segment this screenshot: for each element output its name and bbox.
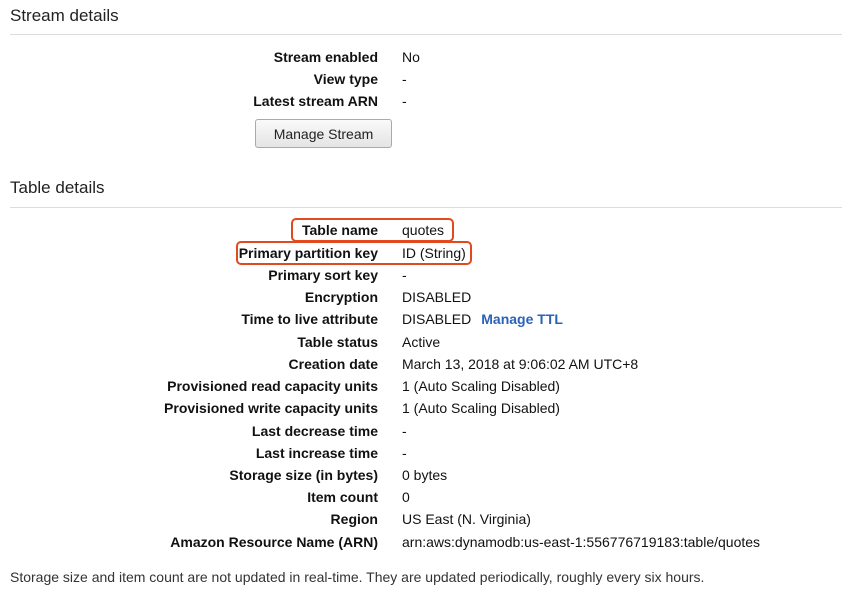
- creation-date-row: Creation date March 13, 2018 at 9:06:02 …: [0, 354, 842, 374]
- partition-key-row: Primary partition key ID (String): [0, 243, 842, 263]
- arn-row: Amazon Resource Name (ARN) arn:aws:dynam…: [0, 532, 842, 552]
- table-name-row: Table name quotes: [0, 220, 842, 240]
- write-capacity-row: Provisioned write capacity units 1 (Auto…: [0, 398, 842, 418]
- table-status-label: Table status: [297, 334, 378, 350]
- stream-details-title: Stream details: [10, 6, 119, 25]
- read-capacity-row: Provisioned read capacity units 1 (Auto …: [0, 376, 842, 396]
- last-decrease-label: Last decrease time: [251, 423, 378, 439]
- table-status-row: Table status Active: [0, 332, 842, 352]
- ttl-row: Time to live attribute DISABLED Manage TT…: [0, 309, 842, 329]
- last-increase-row: Last increase time -: [0, 443, 842, 463]
- sort-key-label: Primary sort key: [268, 267, 378, 283]
- ttl-value: DISABLED: [402, 311, 472, 327]
- encryption-label: Encryption: [304, 289, 378, 305]
- last-decrease-value: -: [402, 423, 407, 439]
- page: Stream details Stream enabled No View ty…: [0, 0, 842, 590]
- arn-value: arn:aws:dynamodb:us-east-1:556776719183:…: [402, 534, 761, 550]
- ttl-value-wrap: DISABLED Manage TTL: [402, 309, 563, 329]
- partition-key-label: Primary partition key: [238, 245, 378, 261]
- arn-label: Amazon Resource Name (ARN): [170, 534, 378, 550]
- update-footnote: Storage size and item count are not upda…: [10, 569, 705, 585]
- manage-stream-button[interactable]: Manage Stream: [255, 119, 392, 148]
- stream-enabled-row: Stream enabled No: [0, 47, 842, 67]
- table-status-value: Active: [402, 334, 441, 350]
- stream-enabled-value: No: [402, 49, 420, 65]
- storage-size-value: 0 bytes: [402, 467, 448, 483]
- table-name-value: quotes: [402, 222, 445, 238]
- region-row: Region US East (N. Virginia): [0, 509, 842, 529]
- read-capacity-label: Provisioned read capacity units: [167, 378, 378, 394]
- table-name-label: Table name: [302, 222, 378, 238]
- view-type-label: View type: [313, 71, 378, 87]
- last-decrease-row: Last decrease time -: [0, 421, 842, 441]
- partition-key-value: ID (String): [402, 245, 466, 261]
- write-capacity-label: Provisioned write capacity units: [164, 400, 378, 416]
- creation-date-label: Creation date: [288, 356, 378, 372]
- ttl-label: Time to live attribute: [241, 311, 378, 327]
- sort-key-row: Primary sort key -: [0, 265, 842, 285]
- sort-key-value: -: [402, 267, 407, 283]
- write-capacity-value: 1 (Auto Scaling Disabled): [402, 400, 560, 416]
- region-value: US East (N. Virginia): [402, 511, 531, 527]
- encryption-row: Encryption DISABLED: [0, 287, 842, 307]
- latest-stream-arn-value: -: [402, 93, 407, 109]
- stream-details-divider: [10, 34, 842, 35]
- item-count-value: 0: [402, 489, 410, 505]
- view-type-row: View type -: [0, 69, 842, 89]
- creation-date-value: March 13, 2018 at 9:06:02 AM UTC+8: [402, 356, 639, 372]
- latest-stream-arn-row: Latest stream ARN -: [0, 91, 842, 111]
- stream-enabled-label: Stream enabled: [273, 49, 378, 65]
- item-count-row: Item count 0: [0, 487, 842, 507]
- last-increase-value: -: [402, 445, 407, 461]
- item-count-label: Item count: [307, 489, 378, 505]
- storage-size-row: Storage size (in bytes) 0 bytes: [0, 465, 842, 485]
- encryption-value: DISABLED: [402, 289, 472, 305]
- region-label: Region: [330, 511, 378, 527]
- latest-stream-arn-label: Latest stream ARN: [253, 93, 378, 109]
- view-type-value: -: [402, 71, 407, 87]
- read-capacity-value: 1 (Auto Scaling Disabled): [402, 378, 560, 394]
- storage-size-label: Storage size (in bytes): [229, 467, 378, 483]
- manage-ttl-link[interactable]: Manage TTL: [481, 311, 563, 327]
- table-details-divider: [10, 207, 842, 208]
- last-increase-label: Last increase time: [255, 445, 378, 461]
- table-details-title: Table details: [10, 178, 105, 197]
